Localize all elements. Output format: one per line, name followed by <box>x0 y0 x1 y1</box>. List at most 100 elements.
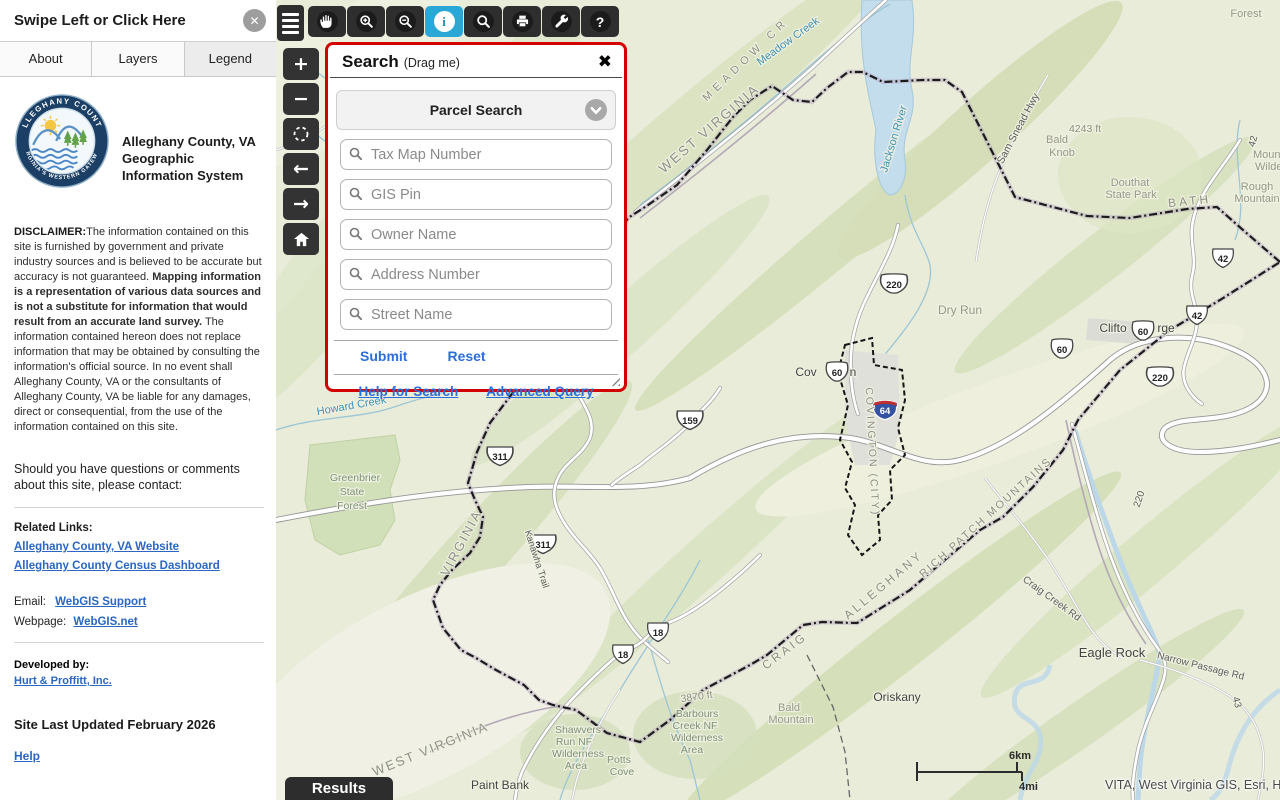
search-tool-button[interactable] <box>464 6 502 37</box>
map-canvas[interactable]: 220 60 60 60 220 42 42 159 311 311 18 18 64 MEADOW C… <box>276 0 1280 800</box>
tools-button[interactable] <box>542 6 580 37</box>
map-label: Cov <box>795 365 816 379</box>
webpage-row: Webpage: WebGIS.net <box>14 616 264 628</box>
home-extent-button[interactable] <box>283 223 319 255</box>
map-attribution: VITA, West Virginia GIS, Esri, HE <box>1105 778 1280 792</box>
map-label: Oriskany <box>873 690 920 704</box>
locate-button[interactable] <box>283 118 319 150</box>
accordion-label: Parcel Search <box>429 102 523 118</box>
svg-text:60: 60 <box>832 368 843 379</box>
svg-text:220: 220 <box>1152 373 1168 384</box>
search-icon <box>349 267 363 286</box>
svg-text:64: 64 <box>880 406 891 417</box>
webgis-net-link[interactable]: WebGIS.net <box>73 616 137 628</box>
map-label: Knob <box>1049 147 1075 159</box>
pan-tool-button[interactable] <box>308 6 346 37</box>
zoom-out-tool-button[interactable] <box>386 6 424 37</box>
gis-pin-input[interactable] <box>340 179 612 210</box>
search-icon <box>349 307 363 326</box>
info-icon: i <box>433 11 455 32</box>
map-toolbar: i ? <box>308 6 619 37</box>
tax-map-number-input[interactable] <box>340 139 612 170</box>
map-label: Eagle Rock <box>1079 645 1146 660</box>
results-label: Results <box>311 780 367 797</box>
census-dashboard-link[interactable]: Alleghany County Census Dashboard <box>14 560 220 572</box>
identify-tool-button[interactable]: i <box>425 6 463 37</box>
menu-icon[interactable] <box>277 5 304 41</box>
question-icon: ? <box>589 11 611 32</box>
svg-text:18: 18 <box>653 628 664 639</box>
tab-legend[interactable]: Legend <box>184 42 276 76</box>
tab-layers[interactable]: Layers <box>92 42 185 76</box>
address-number-input[interactable] <box>340 259 612 290</box>
magnifier-plus-icon <box>355 11 377 32</box>
results-bar[interactable]: Results <box>285 777 393 800</box>
owner-name-input[interactable] <box>340 219 612 250</box>
map-label: Wilderness <box>1255 161 1280 173</box>
map-label: n <box>850 365 857 379</box>
svg-text:311: 311 <box>492 452 508 463</box>
reset-button[interactable]: Reset <box>447 348 485 364</box>
map-label: Mountain <box>1234 193 1279 205</box>
submit-button[interactable]: Submit <box>360 348 407 364</box>
county-website-link[interactable]: Alleghany County, VA Website <box>14 541 179 553</box>
street-name-input[interactable] <box>340 299 612 330</box>
help-row: Help <box>14 749 264 763</box>
chevron-down-icon <box>585 99 607 126</box>
email-row: Email: WebGIS Support <box>14 596 264 608</box>
contact-note: Should you have questions or comments ab… <box>14 462 240 492</box>
map-label: Area <box>565 760 587 772</box>
zoom-in-tool-button[interactable] <box>347 6 385 37</box>
svg-text:220: 220 <box>886 280 902 291</box>
map-label: Paint Bank <box>471 778 530 792</box>
search-panel-title: Search <box>342 52 399 71</box>
drag-hint: (Drag me) <box>403 56 460 70</box>
map-zoom-out-button[interactable]: − <box>283 83 319 115</box>
previous-extent-button[interactable]: ← <box>283 153 319 185</box>
map-label: Run NF <box>556 736 592 748</box>
map-label: Bald <box>778 702 800 714</box>
sidebar-title: Swipe Left or Click Here <box>14 12 186 29</box>
help-link[interactable]: Help <box>14 749 40 763</box>
hand-icon <box>316 11 338 32</box>
advanced-query-link[interactable]: Advanced Query <box>486 384 593 399</box>
about-panel: ALLEGHANY COUNTY VIRGINIA'S WESTERN GATE… <box>0 77 276 763</box>
help-tool-button[interactable]: ? <box>581 6 619 37</box>
disclaimer-text: DISCLAIMER:The information contained on … <box>14 226 262 433</box>
developed-by-label: Developed by: <box>14 659 90 671</box>
parcel-search-accordion[interactable]: Parcel Search <box>336 90 616 130</box>
tab-about[interactable]: About <box>0 42 93 76</box>
map-label: rge <box>1157 321 1175 335</box>
print-tool-button[interactable] <box>503 6 541 37</box>
address-number-field-wrap <box>340 259 612 290</box>
map-zoom-in-button[interactable]: + <box>283 48 319 80</box>
wrench-icon <box>550 11 572 32</box>
gis-pin-field-wrap <box>340 179 612 210</box>
email-label: Email: <box>14 596 46 608</box>
map-label: Clifto <box>1099 321 1127 335</box>
map-label: Bald <box>1046 134 1068 146</box>
map-label: Douthat <box>1111 177 1150 189</box>
svg-text:60: 60 <box>1057 345 1068 356</box>
search-help-links: Help for Search Advanced Query <box>328 375 624 399</box>
county-seal-logo: ALLEGHANY COUNTY VIRGINIA'S WESTERN GATE… <box>15 94 109 188</box>
tax-map-field-wrap <box>340 139 612 170</box>
close-icon[interactable]: ✖ <box>598 54 612 71</box>
search-icon <box>349 187 363 206</box>
search-icon <box>349 147 363 166</box>
next-extent-button[interactable]: → <box>283 188 319 220</box>
webpage-label: Webpage: <box>14 616 67 628</box>
webgis-support-link[interactable]: WebGIS Support <box>55 596 146 608</box>
webgis-app: 220 60 60 60 220 42 42 159 311 311 18 18 64 MEADOW C… <box>0 0 1280 800</box>
search-panel-header[interactable]: Search (Drag me) ✖ <box>330 45 622 78</box>
map-label: 4243 ft <box>1069 123 1101 135</box>
developer-link[interactable]: Hurt & Proffitt, Inc. <box>14 675 112 687</box>
related-links-label: Related Links: <box>14 522 93 534</box>
help-for-search-link[interactable]: Help for Search <box>358 384 458 399</box>
crosshair-icon <box>293 126 309 142</box>
owner-name-field-wrap <box>340 219 612 250</box>
close-icon[interactable]: ✕ <box>243 9 266 32</box>
map-label: Cove <box>610 766 635 778</box>
map-label: Greenbrier <box>330 472 381 484</box>
svg-text:42: 42 <box>1192 311 1203 322</box>
